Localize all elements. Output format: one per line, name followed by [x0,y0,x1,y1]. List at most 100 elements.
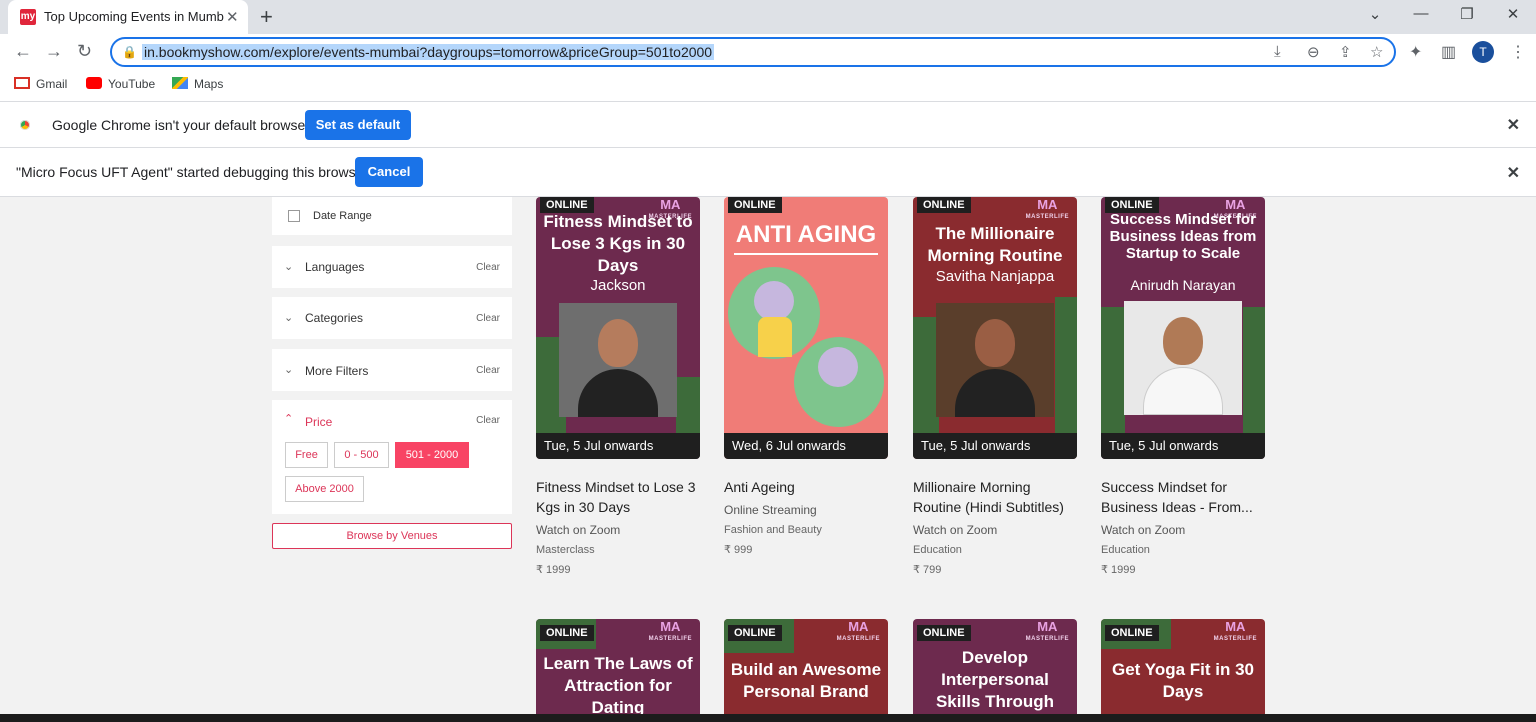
bookmark-label: Gmail [36,77,68,91]
event-poster[interactable]: ONLINE MA MASTERLIFE Success Mindset for … [1101,197,1265,459]
maps-icon [172,77,188,89]
side-panel-icon[interactable]: ▥ [1441,42,1456,62]
event-category: Masterclass [536,544,595,556]
event-poster[interactable]: ONLINE MA MASTERLIFE Get Yoga Fit in 30 D… [1101,619,1265,714]
price-label[interactable]: Price [305,415,332,429]
event-name[interactable]: Anti Ageing [724,477,888,497]
event-poster[interactable]: ONLINE MA MASTERLIFE Learn The Laws of At… [536,619,700,714]
price-filter: ⌃ Price Clear Free 0 - 500 501 - 2000 Ab… [272,400,512,514]
brand-logo-text: MA [1037,619,1058,634]
price-chip-free[interactable]: Free [285,442,328,468]
illustration-face [818,347,858,387]
event-name[interactable]: Millionaire Morning Routine (Hindi Subti… [913,477,1077,517]
date-range-checkbox[interactable] [288,210,300,222]
set-as-default-button[interactable]: Set as default [305,110,411,140]
forward-icon[interactable]: → [45,41,63,62]
more-filters-clear[interactable]: Clear [476,365,500,376]
event-date: Tue, 5 Jul onwards [1101,433,1265,459]
more-filters-filter[interactable]: ⌄ More Filters Clear [272,349,512,391]
event-category: Fashion and Beauty [724,524,822,536]
chevron-down-icon: ⌄ [284,261,294,273]
poster-speaker: Savitha Nanjappa [935,268,1055,285]
window-close-icon[interactable]: ✕ [1498,5,1528,23]
event-poster[interactable]: ONLINE MA MASTERLIFE Build an Awesome Per… [724,619,888,714]
event-poster[interactable]: ONLINE ANTI AGING Wed, 6 Jul onwards [724,197,888,459]
taskbar [0,714,1536,722]
event-poster[interactable]: ONLINE MA MASTERLIFE Fitness Mindset to L… [536,197,700,459]
cancel-button[interactable]: Cancel [355,157,423,187]
profile-avatar[interactable]: T [1472,41,1494,63]
languages-clear[interactable]: Clear [476,262,500,273]
price-chip-0-500[interactable]: 0 - 500 [334,442,389,468]
price-clear[interactable]: Clear [476,415,500,426]
reload-icon[interactable]: ↻ [77,41,92,62]
share-icon[interactable]: ⇪ [1339,43,1352,61]
event-venue: Online Streaming [724,503,817,517]
tab-close-icon[interactable]: ✕ [226,8,239,26]
illustration-body [758,317,792,357]
event-name[interactable]: Fitness Mindset to Lose 3 Kgs in 30 Days [536,477,700,517]
poster-title: Get Yoga Fit in 30 Days [1111,660,1254,701]
event-venue: Watch on Zoom [1101,523,1186,537]
bookmark-label: Maps [194,77,224,91]
install-icon[interactable]: ⤓ [1274,43,1281,60]
online-badge: ONLINE [540,625,594,641]
brand-logo-text: MA [848,619,869,634]
new-tab-icon[interactable]: + [260,4,273,30]
price-chip-501-2000[interactable]: 501 - 2000 [395,442,469,468]
address-bar[interactable]: 🔒 in.bookmyshow.com/explore/events-mumba… [110,37,1396,67]
restore-icon[interactable]: ❐ [1452,5,1482,23]
event-date: Wed, 6 Jul onwards [724,433,888,459]
bookmyshow-favicon-icon: my [20,9,36,25]
event-date: Tue, 5 Jul onwards [913,433,1077,459]
poster-title: The Millionaire Morning Routine [927,224,1063,265]
url-text[interactable]: in.bookmyshow.com/explore/events-mumbai?… [142,44,715,60]
online-badge: ONLINE [917,625,971,641]
speaker-photo [1124,301,1242,415]
illustration-face [754,281,794,321]
online-badge: ONLINE [728,625,782,641]
browse-by-venues-button[interactable]: Browse by Venues [272,523,512,549]
bookmarks-bar: Gmail YouTube Maps [0,70,1536,102]
chevron-up-icon[interactable]: ⌃ [284,412,293,425]
languages-filter[interactable]: ⌄ Languages Clear [272,246,512,288]
bookmark-gmail[interactable]: Gmail [14,77,67,91]
masterlife-logo: MA MASTERLIFE [836,619,880,645]
infobar-close-icon[interactable]: ✕ [1507,115,1520,135]
tab-strip: my Top Upcoming Events in Mumba ✕ + ⌄ — … [0,0,1536,34]
zoom-icon[interactable]: ⊖ [1307,43,1320,61]
youtube-icon [86,77,102,89]
more-filters-label: More Filters [305,364,369,378]
event-price: ₹ 999 [724,544,753,556]
event-venue: Watch on Zoom [536,523,621,537]
extensions-icon[interactable]: ✦ [1409,42,1422,62]
bookmark-youtube[interactable]: YouTube [86,77,155,91]
browser-toolbar: ← → ↻ 🔒 in.bookmyshow.com/explore/events… [0,34,1536,70]
brand-caption: MASTERLIFE [1025,636,1069,642]
chrome-icon [16,116,34,134]
minimize-icon[interactable]: — [1406,5,1436,22]
chevron-down-icon: ⌄ [284,312,294,324]
poster-title: Fitness Mindset to Lose 3 Kgs in 30 Days [543,212,693,275]
categories-filter[interactable]: ⌄ Categories Clear [272,297,512,339]
infobar-close-icon[interactable]: ✕ [1507,163,1520,183]
brand-caption: MASTERLIFE [836,636,880,642]
brand-caption: MASTERLIFE [648,636,692,642]
bookmark-star-icon[interactable]: ☆ [1370,43,1383,61]
poster-speaker: Jackson [590,277,646,294]
tab-search-icon[interactable]: ⌄ [1360,5,1390,23]
price-chip-above-2000[interactable]: Above 2000 [285,476,364,502]
event-name[interactable]: Success Mindset for Business Ideas - Fro… [1101,477,1265,517]
browser-tab[interactable]: my Top Upcoming Events in Mumba ✕ [8,0,248,34]
event-poster[interactable]: ONLINE MA MASTERLIFE The Millionaire Morn… [913,197,1077,459]
brand-logo-text: MA [660,619,681,634]
masterlife-logo: MA MASTERLIFE [1026,198,1069,223]
back-icon[interactable]: ← [14,41,32,62]
event-poster[interactable]: ONLINE MA MASTERLIFE Develop Interpersona… [913,619,1077,714]
poster-title: Success Mindset for Business Ideas from … [1109,211,1257,262]
online-badge: ONLINE [1105,625,1159,641]
categories-clear[interactable]: Clear [476,313,500,324]
bookmark-maps[interactable]: Maps [172,77,223,91]
gmail-icon [14,77,30,89]
menu-icon[interactable]: ⋮ [1510,42,1526,62]
